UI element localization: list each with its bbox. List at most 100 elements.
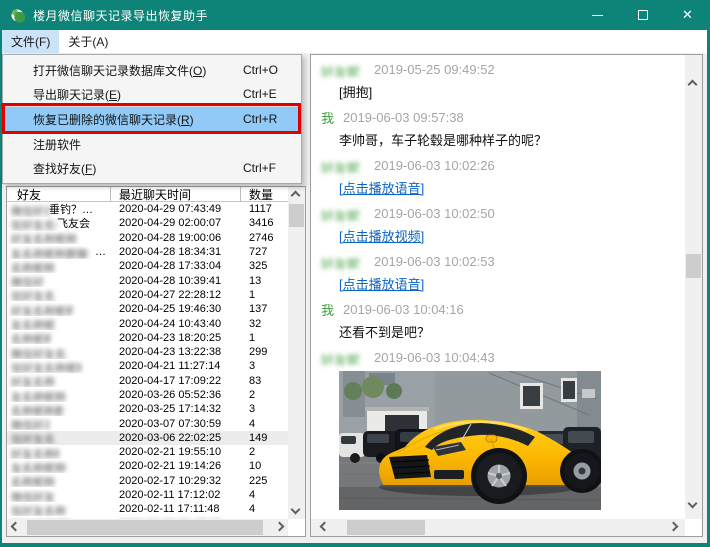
friend-row[interactable]: 名称昵称群聊2020-03-25 17:14:323 bbox=[7, 402, 288, 416]
scroll-up-icon[interactable] bbox=[688, 80, 698, 90]
column-header-count[interactable]: 数量 bbox=[241, 187, 288, 201]
chat-message: 好友昵称2019-06-03 10:04:43 bbox=[321, 345, 685, 510]
scroll-down-icon[interactable] bbox=[688, 499, 698, 509]
friend-name-cell: 友名称昵 bbox=[7, 317, 111, 330]
friend-row[interactable]: 信好友名称昵 2020-04-27 22:28:121 bbox=[7, 288, 288, 302]
maximize-button[interactable] bbox=[620, 0, 665, 30]
message-count-cell: 137 bbox=[241, 303, 288, 315]
menu-item[interactable]: 导出聊天记录(E)Ctrl+E bbox=[3, 82, 301, 106]
friend-row[interactable]: 微信好友2020-02-11 17:12:024 bbox=[7, 488, 288, 502]
message-count-cell: 299 bbox=[241, 346, 288, 358]
last-chat-time-cell: 2020-04-27 22:28:12 bbox=[111, 289, 241, 301]
menu-item[interactable]: 注册软件 bbox=[3, 132, 301, 156]
friend-name-cell: 名称昵称 bbox=[7, 260, 111, 273]
masked-friend-name: 信好友名称 bbox=[11, 503, 85, 516]
friend-row[interactable]: 信好友名称2020-02-11 17:11:484 bbox=[7, 502, 288, 516]
masked-friend-name: 好友名称昵 bbox=[11, 446, 59, 459]
chat-vertical-scrollbar[interactable] bbox=[685, 55, 702, 519]
column-header-last-chat-time[interactable]: 最近聊天时间 bbox=[111, 187, 241, 201]
window-controls: ✕ bbox=[575, 0, 710, 30]
friend-row[interactable]: 好友名称昵2020-02-21 19:55:102 bbox=[7, 445, 288, 459]
friend-row[interactable]: 好友名称昵称群2020-04-25 19:46:30137 bbox=[7, 302, 288, 316]
friend-row[interactable]: 微信好友名称2020-04-23 13:22:38299 bbox=[7, 345, 288, 359]
menu-item-shortcut: Ctrl+F bbox=[243, 161, 301, 175]
friend-row[interactable]: 微信好友垂钓？…2020-04-29 07:43:491117 bbox=[7, 202, 288, 216]
friend-row[interactable]: 友名称昵称2020-03-26 05:52:362 bbox=[7, 388, 288, 402]
menubar-item[interactable]: 文件(F) bbox=[2, 30, 59, 53]
message-body: [点击播放语音] bbox=[321, 177, 685, 201]
menu-item[interactable]: 恢复已删除的微信聊天记录(R)Ctrl+R bbox=[3, 107, 301, 131]
window-title: 楼月微信聊天记录导出恢复助手 bbox=[33, 7, 208, 24]
friend-name-cell: 好友名称 bbox=[7, 374, 111, 387]
friend-name-cell: 信好友名 bbox=[7, 431, 111, 444]
friend-row[interactable]: 好友名称昵称2020-04-28 19:00:062746 bbox=[7, 231, 288, 245]
friend-row[interactable]: 名称昵称群聊记2020-02-17 10:29:32225 bbox=[7, 474, 288, 488]
close-button[interactable]: ✕ bbox=[665, 0, 710, 30]
friend-row[interactable]: 信好友名称昵称2020-04-21 11:27:143 bbox=[7, 359, 288, 373]
menu-item-label: 打开微信聊天记录数据库文件(O) bbox=[3, 62, 243, 79]
message-text: 还看不到是吧？ bbox=[321, 321, 685, 345]
menu-item[interactable]: 查找好友(F)Ctrl+F bbox=[3, 156, 301, 180]
scroll-right-icon[interactable] bbox=[275, 522, 285, 532]
masked-friend-name: 友名称昵称 bbox=[11, 389, 71, 402]
scroll-left-icon[interactable] bbox=[320, 522, 330, 532]
minimize-button[interactable] bbox=[575, 0, 620, 30]
last-chat-time-cell: 2020-04-28 10:39:41 bbox=[111, 275, 241, 287]
scroll-up-icon[interactable] bbox=[291, 191, 301, 201]
friend-row[interactable]: 好友名称2020-04-17 17:09:2283 bbox=[7, 374, 288, 388]
masked-friend-name: 好友名称昵称群 bbox=[11, 303, 73, 316]
message-timestamp: 2019-06-03 10:02:53 bbox=[374, 254, 495, 269]
play-media-link[interactable]: [点击播放视频] bbox=[339, 229, 424, 244]
friend-hscroll-thumb[interactable] bbox=[27, 520, 263, 535]
last-chat-time-cell: 2020-02-11 17:12:02 bbox=[111, 489, 241, 501]
friend-name-cell: 好友名称昵称群 bbox=[7, 303, 111, 316]
friend-row[interactable]: 信好友名称飞友会2020-04-29 02:00:073416 bbox=[7, 216, 288, 230]
scroll-right-icon[interactable] bbox=[669, 522, 679, 532]
friend-horizontal-scrollbar[interactable] bbox=[7, 519, 288, 536]
friend-row[interactable]: 友名称昵称群2020-02-21 19:14:2610 bbox=[7, 459, 288, 473]
masked-friend-name: 好友名称 bbox=[11, 374, 57, 387]
message-text: 李帅哥，车子轮毂是哪种样子的呢？ bbox=[321, 129, 685, 153]
chat-photo-car[interactable] bbox=[339, 371, 601, 510]
play-media-link[interactable]: [点击播放语音] bbox=[339, 181, 424, 196]
friend-vscroll-thumb[interactable] bbox=[289, 204, 304, 227]
masked-friend-name: 友名称昵称群 bbox=[11, 460, 67, 473]
friend-vertical-scrollbar[interactable] bbox=[288, 187, 305, 519]
chat-horizontal-scrollbar[interactable] bbox=[311, 519, 685, 536]
menu-item-label: 导出聊天记录(E) bbox=[3, 86, 243, 103]
friend-row[interactable]: 友名称昵称群聊…2020-04-28 18:34:31727 bbox=[7, 245, 288, 259]
play-media-link[interactable]: [点击播放语音] bbox=[339, 277, 424, 292]
scroll-down-icon[interactable] bbox=[291, 505, 301, 515]
masked-friend-name: 信好友名称昵 bbox=[11, 288, 55, 301]
chat-hscroll-thumb[interactable] bbox=[347, 520, 425, 535]
friend-row[interactable]: 名称昵称2020-04-28 17:33:04325 bbox=[7, 259, 288, 273]
masked-friend-name: 微信好友 bbox=[11, 203, 49, 216]
friend-name-fragment: … bbox=[95, 246, 106, 258]
friend-row[interactable]: 微信好友名2020-04-28 10:39:4113 bbox=[7, 273, 288, 287]
chat-vscroll-thumb[interactable] bbox=[686, 254, 701, 278]
menu-item-shortcut: Ctrl+R bbox=[243, 112, 301, 126]
friend-list-panel: 好友 最近聊天时间 数量 微信好友垂钓？…2020-04-29 07:43:49… bbox=[6, 186, 306, 537]
app-logo-icon bbox=[9, 7, 26, 24]
message-count-cell: 4 bbox=[241, 489, 288, 501]
last-chat-time-cell: 2020-02-11 17:11:48 bbox=[111, 503, 241, 515]
close-icon: ✕ bbox=[682, 7, 693, 23]
friend-name-fragment: 飞友会 bbox=[57, 215, 90, 231]
menu-item-label: 查找好友(F) bbox=[3, 160, 243, 177]
friend-row[interactable]: 信好友名2020-03-06 22:02:25149 bbox=[7, 431, 288, 445]
message-count-cell: 32 bbox=[241, 318, 288, 330]
menubar-item[interactable]: 关于(A) bbox=[59, 30, 117, 53]
message-count-cell: 1117 bbox=[241, 203, 288, 215]
message-count-cell: 13 bbox=[241, 275, 288, 287]
last-chat-time-cell: 2020-04-28 17:33:04 bbox=[111, 260, 241, 272]
scroll-left-icon[interactable] bbox=[11, 522, 21, 532]
column-header-friend[interactable]: 好友 bbox=[7, 187, 111, 201]
friend-row[interactable]: 友名称昵2020-04-24 10:43:4032 bbox=[7, 316, 288, 330]
friend-name-cell: 名称昵称群 bbox=[7, 331, 111, 344]
titlebar: 楼月微信聊天记录导出恢复助手 ✕ bbox=[0, 0, 710, 30]
message-count-cell: 149 bbox=[241, 432, 288, 444]
friend-row[interactable]: 名称昵称群2020-04-23 18:20:251 bbox=[7, 331, 288, 345]
message-count-cell: 1 bbox=[241, 289, 288, 301]
friend-row[interactable]: 微信好友名称昵2020-03-07 07:30:594 bbox=[7, 416, 288, 430]
menu-item[interactable]: 打开微信聊天记录数据库文件(O)Ctrl+O bbox=[3, 58, 301, 82]
